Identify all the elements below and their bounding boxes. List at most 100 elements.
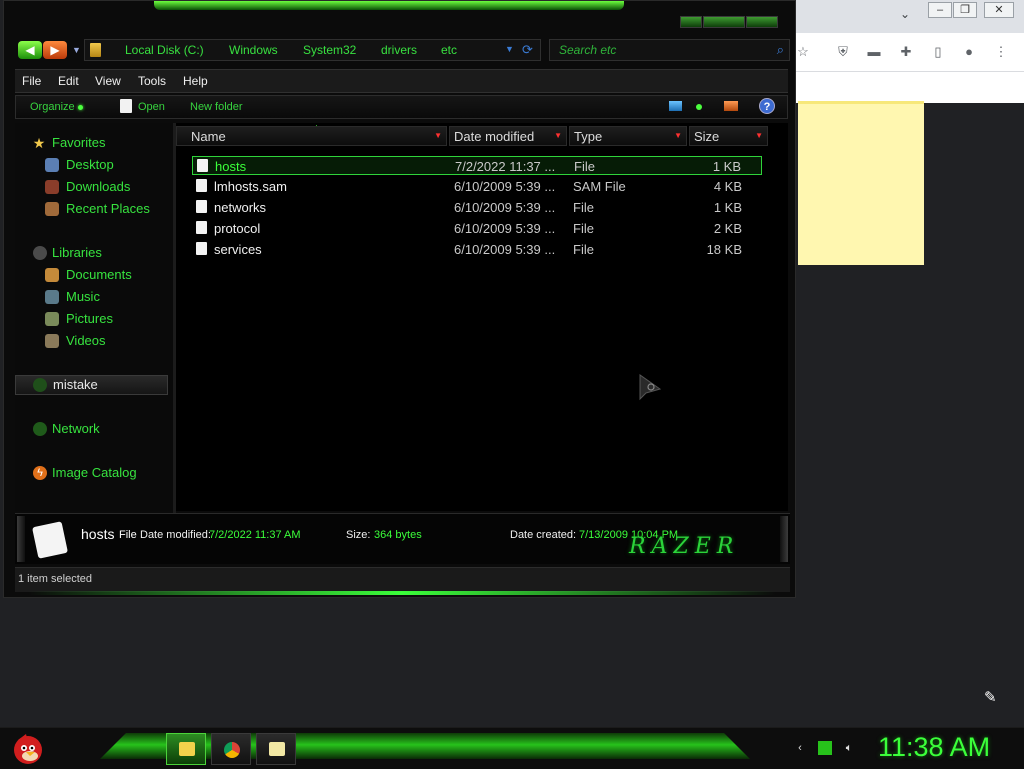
nav-image-catalog[interactable]: ϟ Image Catalog [15, 463, 173, 483]
new-folder-button[interactable]: New folder [190, 101, 243, 113]
column-size[interactable]: Size ▼ [689, 126, 768, 146]
taskbar-clock[interactable]: 11:38 AM [878, 732, 990, 763]
details-size-label: Size: [346, 529, 371, 541]
menu-edit[interactable]: Edit [58, 74, 79, 88]
ublock-extension-icon[interactable]: ⛨ [834, 43, 852, 61]
close-button[interactable] [746, 16, 778, 28]
nav-recent-places[interactable]: Recent Places [15, 199, 173, 219]
file-row[interactable]: hosts 7/2/2022 11:37 ... File 1 KB [192, 156, 762, 175]
open-button[interactable]: Open [138, 101, 165, 113]
taskbar-chrome-button[interactable] [211, 733, 251, 765]
bookmark-star-icon[interactable]: ☆ [794, 43, 812, 61]
file-size: 4 KB [713, 179, 742, 194]
system-tray: ‹ 🔈︎ [785, 732, 875, 764]
status-bar: 1 item selected [15, 567, 790, 592]
menu-file[interactable]: File [22, 74, 41, 88]
nav-label: Downloads [66, 179, 131, 194]
file-size: 1 KB [713, 200, 742, 215]
menu-view[interactable]: View [95, 74, 121, 88]
nav-homegroup-mistake[interactable]: mistake [15, 375, 168, 395]
videos-icon [45, 334, 59, 348]
menu-tools[interactable]: Tools [138, 74, 166, 88]
minimize-button[interactable]: – [928, 2, 952, 18]
column-filter-icon[interactable]: ▼ [755, 131, 763, 140]
file-row[interactable]: lmhosts.sam 6/10/2009 5:39 ... SAM File … [192, 177, 762, 196]
breadcrumb-etc[interactable]: etc [441, 43, 457, 57]
nav-label: Network [52, 421, 100, 436]
extension-flag-icon[interactable]: ▬ [865, 43, 883, 61]
close-button[interactable]: ✕ [984, 2, 1014, 18]
nav-libraries[interactable]: Libraries [15, 243, 173, 263]
nav-label: Favorites [52, 135, 106, 150]
address-dropdown-icon[interactable]: ▼ [505, 44, 514, 54]
breadcrumb-local-disk[interactable]: Local Disk (C:) [125, 43, 204, 57]
organize-button[interactable]: Organize [30, 101, 83, 113]
preview-pane-icon[interactable] [724, 101, 738, 111]
file-icon [120, 99, 132, 113]
taskbar-explorer-button[interactable] [166, 733, 206, 765]
file-row[interactable]: services 6/10/2009 5:39 ... File 18 KB [192, 240, 762, 259]
show-hidden-icons-icon[interactable]: ‹ [793, 741, 807, 755]
address-bar[interactable]: Local Disk (C:) Windows System32 drivers… [84, 39, 541, 61]
nav-label: Documents [66, 267, 132, 282]
taskbar-window-button[interactable] [256, 733, 296, 765]
help-icon[interactable]: ? [759, 98, 775, 114]
volume-icon[interactable]: 🔈︎ [842, 741, 856, 755]
sticky-note[interactable] [798, 101, 924, 265]
refresh-icon[interactable]: ⟳ [522, 42, 533, 58]
nav-network[interactable]: Network [15, 419, 173, 439]
pencil-icon[interactable]: ✎ [984, 688, 1002, 706]
network-icon [33, 422, 47, 436]
file-name: networks [214, 200, 267, 215]
recent-pages-dropdown-icon[interactable]: ▼ [72, 45, 81, 55]
column-filter-icon[interactable]: ▼ [434, 131, 442, 140]
column-type[interactable]: Type ▼ [569, 126, 687, 146]
nav-videos[interactable]: Videos [15, 331, 173, 351]
restore-button[interactable]: ❐ [953, 2, 977, 18]
file-row[interactable]: protocol 6/10/2009 5:39 ... File 2 KB [192, 219, 762, 238]
column-date-modified[interactable]: Date modified ▼ [449, 126, 567, 146]
search-input[interactable]: Search etc ⌕ [549, 39, 790, 61]
breadcrumb-windows[interactable]: Windows [229, 43, 278, 57]
navigation-pane: ★ Favorites Desktop Downloads Recent Pla… [15, 123, 173, 511]
nav-pictures[interactable]: Pictures [15, 309, 173, 329]
details-date-modified-label: Date modified: [140, 529, 211, 541]
back-button[interactable]: ◀ [18, 41, 42, 59]
command-bar: Organize Open New folder ? [15, 95, 788, 119]
desktop-icon [45, 158, 59, 172]
nav-documents[interactable]: Documents [15, 265, 173, 285]
network-status-icon[interactable] [818, 741, 832, 755]
search-icon[interactable]: ⌕ [777, 42, 784, 58]
chevron-down-icon[interactable]: ⌄ [897, 6, 913, 22]
minimize-button[interactable] [680, 16, 702, 28]
file-date: 6/10/2009 5:39 ... [454, 242, 556, 257]
file-size: 1 KB [712, 159, 741, 174]
side-panel-icon[interactable]: ▯ [929, 43, 947, 61]
details-right-bracket [780, 516, 788, 562]
nav-desktop[interactable]: Desktop [15, 155, 173, 175]
start-button-angry-bird-icon[interactable] [8, 730, 46, 766]
details-pane: hosts File Date modified: 7/2/2022 11:37… [15, 513, 790, 564]
maximize-button[interactable] [703, 16, 745, 28]
menu-help[interactable]: Help [183, 74, 208, 88]
profile-avatar-icon[interactable]: ● [960, 43, 978, 61]
breadcrumb-system32[interactable]: System32 [303, 43, 356, 57]
puzzle-extensions-icon[interactable]: ✚ [897, 43, 915, 61]
forward-button[interactable]: ▶ [43, 41, 67, 59]
file-type: SAM File [573, 179, 626, 194]
nav-label: Videos [66, 333, 106, 348]
explorer-window: ◀ ▶ ▼ Local Disk (C:) Windows System32 d… [3, 0, 796, 598]
column-filter-icon[interactable]: ▼ [554, 131, 562, 140]
column-name[interactable]: Name ▼ [176, 126, 447, 146]
view-options-dot-icon[interactable] [696, 104, 702, 110]
column-filter-icon[interactable]: ▼ [674, 131, 682, 140]
change-view-icon[interactable] [669, 101, 682, 111]
nav-music[interactable]: Music [15, 287, 173, 307]
file-icon [196, 200, 207, 213]
nav-downloads[interactable]: Downloads [15, 177, 173, 197]
file-row[interactable]: networks 6/10/2009 5:39 ... File 1 KB [192, 198, 762, 217]
kebab-menu-icon[interactable]: ⋮ [992, 43, 1010, 61]
nav-favorites[interactable]: ★ Favorites [15, 133, 173, 153]
folder-icon [90, 43, 101, 57]
breadcrumb-drivers[interactable]: drivers [381, 43, 417, 57]
